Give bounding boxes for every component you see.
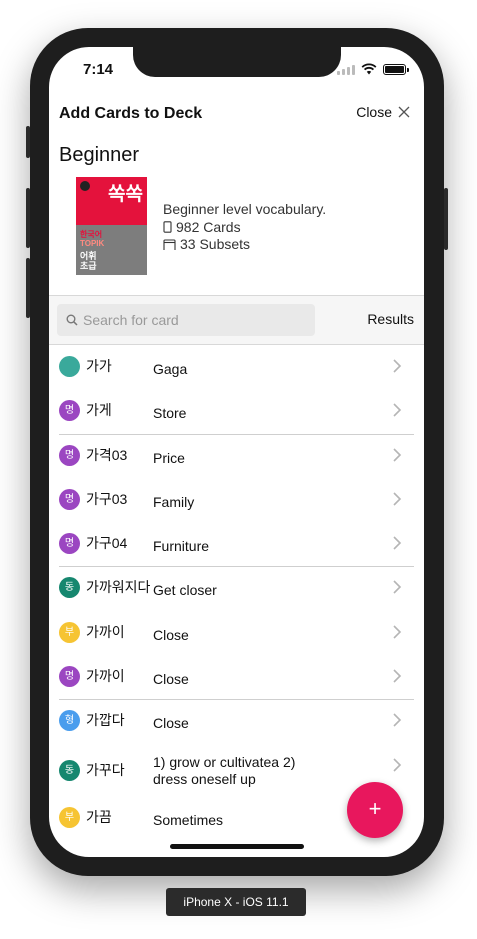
card-meaning: Close: [153, 626, 189, 643]
group-divider: [59, 433, 414, 435]
chevron-right-icon: [393, 492, 402, 506]
card-meaning: Store: [153, 405, 187, 422]
deck-cards-row: 982 Cards: [163, 219, 326, 237]
signal-icon: [337, 64, 355, 75]
card-meaning: Family: [153, 493, 195, 510]
deck-name: Beginner: [59, 144, 140, 166]
cover-line-4: 초급: [80, 261, 97, 271]
device-label: iPhone X - iOS 11.1: [166, 888, 306, 916]
home-indicator: [170, 844, 304, 849]
part-of-speech-badge: 동: [59, 577, 80, 599]
list-item[interactable]: 명 가까이 Close: [49, 655, 424, 699]
part-of-speech-badge: 부: [59, 806, 80, 828]
list-item[interactable]: 명 가격03 Price: [49, 433, 424, 478]
list-item[interactable]: 명 가구03 Family: [49, 478, 424, 522]
card-meaning: Sometimes: [153, 811, 224, 828]
chevron-right-icon: [393, 580, 402, 595]
list-item[interactable]: 동 가까워지다 Get closer: [49, 566, 424, 610]
card-meaning: Gaga: [153, 361, 188, 377]
part-of-speech-badge: [59, 356, 80, 377]
status-time: 7:14: [83, 61, 114, 78]
part-of-speech-badge: 명: [59, 488, 80, 510]
cover-line-2: TOPIK: [80, 239, 105, 248]
list-item[interactable]: 형 가깝다 Close: [49, 699, 424, 743]
card-word: 가게: [86, 402, 112, 419]
deck-description: Beginner level vocabulary. 982 Cards 33 …: [163, 201, 326, 254]
card-word: 가가: [86, 358, 112, 374]
chevron-right-icon: [393, 625, 402, 639]
part-of-speech-badge: 명: [59, 666, 80, 688]
deck-description-text: Beginner level vocabulary.: [163, 201, 327, 217]
card-word: 가구03: [86, 490, 128, 507]
chevron-right-icon: [393, 536, 402, 550]
list-item[interactable]: 가가 Gaga: [49, 345, 424, 389]
close-button-label: Close: [356, 104, 392, 120]
chevron-right-icon: [393, 448, 402, 462]
deck-subsets-count: 33 Subsets: [180, 236, 251, 252]
volume-up-button: [26, 188, 30, 248]
search-input[interactable]: [83, 312, 293, 328]
wifi-icon: [361, 63, 377, 75]
power-button: [444, 188, 448, 250]
part-of-speech-badge: 동: [59, 759, 80, 781]
card-word: 가꾸다: [86, 761, 125, 778]
notch: [133, 47, 341, 77]
card-word: 가까워지다: [86, 579, 151, 596]
add-card-button[interactable]: +: [347, 782, 403, 838]
card-meaning: Close: [153, 671, 189, 688]
deck-subsets-row: 33 Subsets: [163, 236, 326, 254]
chevron-right-icon: [393, 359, 402, 373]
deck-cards-count: 982 Cards: [176, 218, 241, 235]
search-bar: Results: [49, 296, 424, 344]
mute-switch: [26, 126, 30, 158]
card-word: 가깝다: [86, 712, 125, 729]
card-word: 가까이: [86, 623, 125, 640]
group-divider: [59, 699, 414, 701]
card-meaning: Furniture: [153, 538, 210, 555]
chevron-right-icon: [393, 713, 402, 727]
part-of-speech-badge: 부: [59, 621, 80, 643]
results-button[interactable]: Results: [367, 311, 414, 327]
part-of-speech-badge: 명: [59, 444, 80, 466]
card-icon: [163, 221, 172, 233]
search-box[interactable]: [57, 304, 315, 336]
list-item[interactable]: 명 가게 Store: [49, 389, 424, 433]
chevron-right-icon: [393, 758, 402, 772]
card-meaning: 1) grow or cultivatea 2) dress oneself u…: [153, 753, 296, 787]
close-icon: [398, 106, 410, 118]
app-screen: 7:14 Add Cards to Deck Close Beginner 쏙쏙…: [49, 47, 424, 857]
part-of-speech-badge: 명: [59, 400, 80, 422]
page-title: Add Cards to Deck: [59, 105, 203, 122]
card-word: 가끔: [86, 808, 112, 825]
close-button[interactable]: Close: [356, 104, 410, 120]
card-meaning: Price: [153, 449, 185, 466]
folder-icon: [163, 239, 176, 250]
part-of-speech-badge: 명: [59, 533, 80, 555]
battery-icon: [383, 63, 409, 75]
group-divider: [59, 566, 414, 568]
chevron-right-icon: [393, 669, 402, 683]
list-item[interactable]: 명 가구04 Furniture: [49, 522, 424, 566]
card-list: 가가 Gaga 명 가게 Store 명 가격03 Price 명 가구03 Family 명 가구04…: [49, 345, 424, 840]
search-icon: [66, 314, 78, 326]
volume-down-button: [26, 258, 30, 318]
cover-title: 쏙쏙: [108, 184, 143, 205]
card-word: 가구04: [86, 535, 128, 552]
card-meaning: Close: [153, 715, 189, 732]
part-of-speech-badge: 형: [59, 710, 80, 732]
card-word: 가까이: [86, 668, 125, 685]
deck-cover-image: 쏙쏙 한국어 TOPIK 어휘 초급: [76, 177, 147, 275]
status-icons: [337, 63, 409, 75]
list-item[interactable]: 부 가까이 Close: [49, 611, 424, 655]
chevron-right-icon: [393, 403, 402, 417]
card-meaning: Get closer: [153, 582, 217, 599]
card-word: 가격03: [86, 446, 128, 463]
